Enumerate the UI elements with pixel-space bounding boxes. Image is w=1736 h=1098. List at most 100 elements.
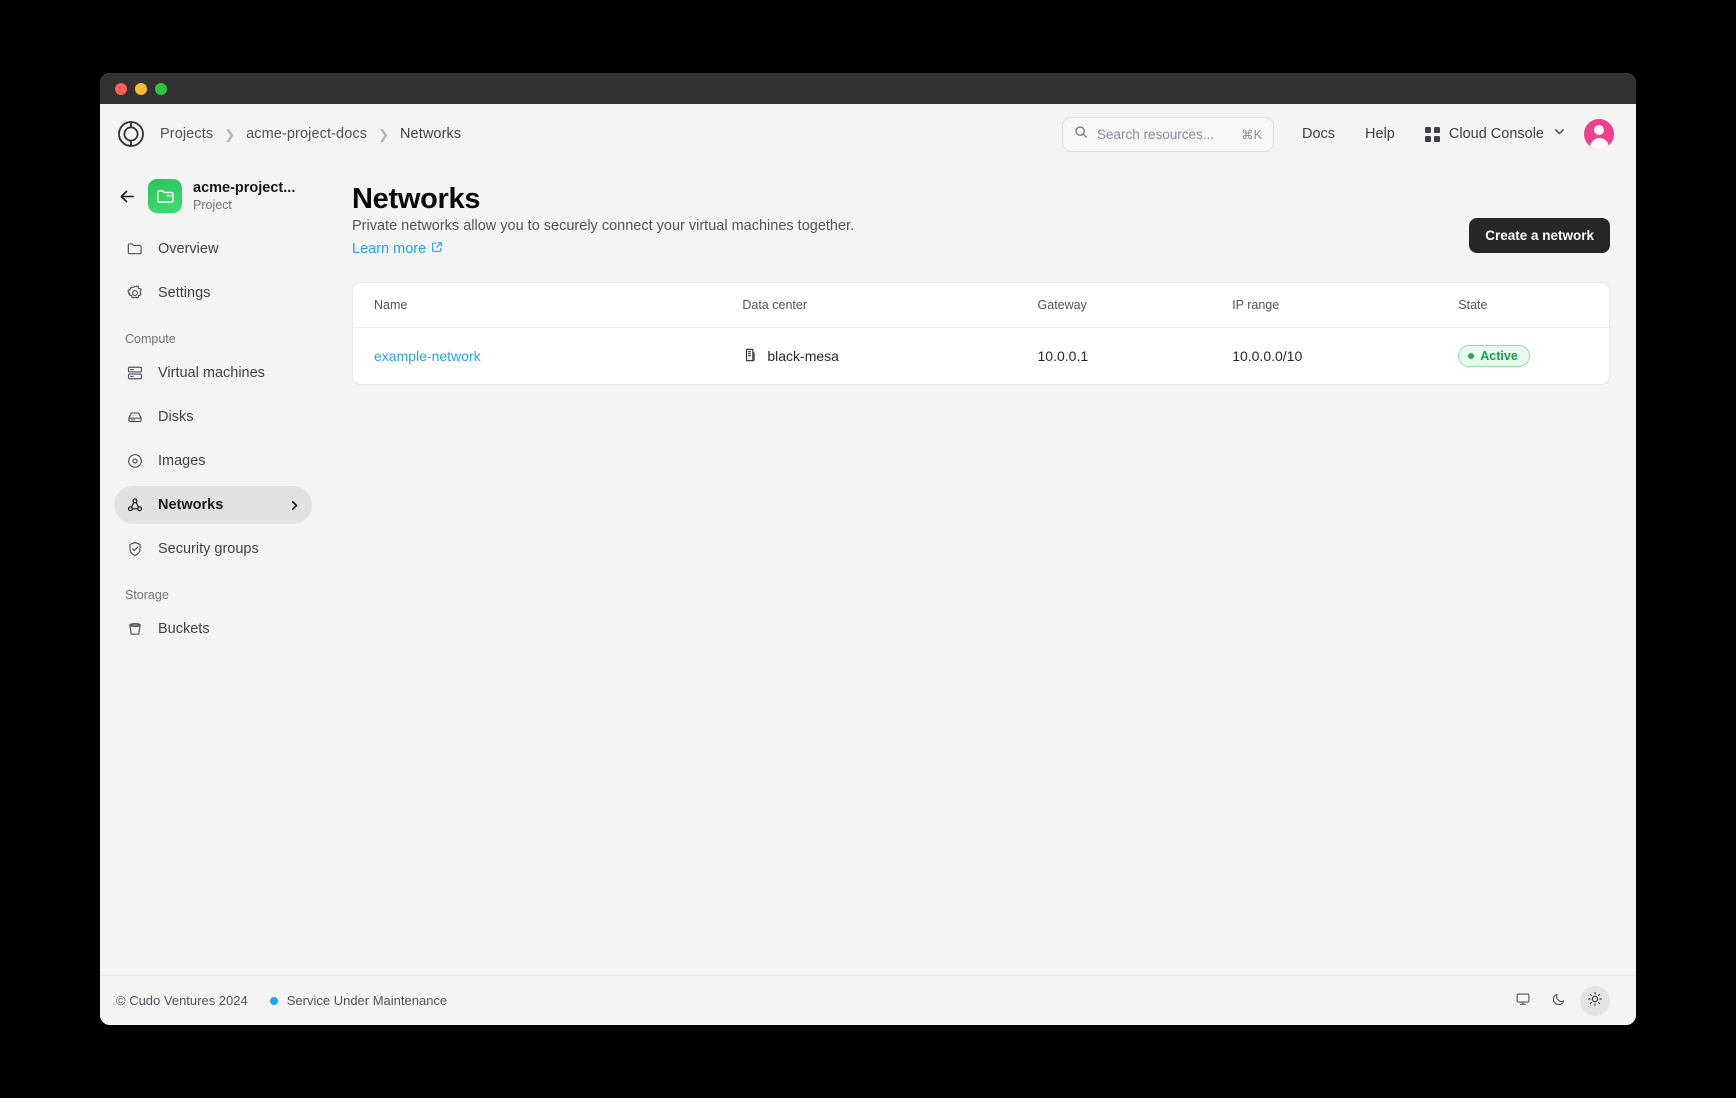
help-link[interactable]: Help (1365, 126, 1395, 142)
column-header-state[interactable]: State (1458, 283, 1609, 329)
cell-state: Active (1458, 328, 1609, 385)
breadcrumb: Projects ❯ acme-project-docs ❯ Networks (160, 126, 461, 142)
body: acme-project... Project Overview Setting… (100, 164, 1636, 975)
page-header: Networks Private networks allow you to s… (352, 174, 1610, 258)
disc-icon (125, 452, 144, 471)
maximize-window-button[interactable] (155, 82, 167, 95)
theme-dark-button[interactable] (1544, 986, 1574, 1016)
gear-icon (125, 284, 144, 303)
sidebar-item-label: Virtual machines (158, 365, 265, 381)
status-dot-icon (1468, 353, 1475, 360)
footer: © Cudo Ventures 2024 Service Under Maint… (100, 975, 1636, 1025)
chevron-down-icon (1553, 125, 1566, 143)
table-body: example-network black-mesa 10.0.0.1 10.0… (353, 328, 1609, 385)
cudo-logo-icon[interactable] (116, 119, 146, 149)
sidebar-nav: Overview Settings Compute Virtual machin… (114, 230, 312, 654)
status-badge: Active (1458, 345, 1530, 368)
cell-data-center: black-mesa (742, 328, 1037, 385)
project-name: acme-project... (193, 179, 296, 196)
networks-table: Name Data center Gateway IP range State … (353, 283, 1609, 384)
sidebar-item-label: Overview (158, 241, 219, 257)
data-center-value: black-mesa (742, 347, 1037, 366)
project-subtitle: Project (193, 197, 232, 212)
sun-icon (1587, 991, 1603, 1010)
table-header-row: Name Data center Gateway IP range State (353, 283, 1609, 329)
network-icon (125, 496, 144, 515)
service-status-label: Service Under Maintenance (286, 993, 448, 1008)
page-title: Networks (352, 183, 481, 215)
breadcrumb-item-projects[interactable]: Projects (160, 126, 213, 142)
theme-toggle-group (1508, 985, 1610, 1016)
docs-link[interactable]: Docs (1302, 126, 1335, 142)
grid-icon (1424, 126, 1440, 142)
minimize-window-button[interactable] (135, 82, 147, 95)
cell-name: example-network (353, 328, 742, 385)
sidebar-item-buckets[interactable]: Buckets (114, 610, 312, 648)
cell-gateway: 10.0.0.1 (1037, 348, 1089, 365)
page-header-text: Networks Private networks allow you to s… (352, 174, 1469, 258)
search-icon (1074, 125, 1088, 144)
learn-more-link[interactable]: Learn more (352, 241, 443, 257)
status-badge-label: Active (1480, 349, 1518, 364)
window-titlebar (100, 73, 1636, 104)
search-input[interactable] (1097, 126, 1233, 142)
service-status[interactable]: Service Under Maintenance (269, 993, 448, 1008)
column-header-name[interactable]: Name (353, 283, 743, 329)
sidebar-item-networks[interactable]: Networks (114, 486, 312, 524)
column-header-gateway[interactable]: Gateway (1037, 283, 1233, 329)
app-root: Projects ❯ acme-project-docs ❯ Networks … (100, 104, 1636, 1025)
theme-light-button[interactable] (1580, 985, 1610, 1016)
external-link-icon (431, 241, 443, 257)
column-header-ip-range[interactable]: IP range (1232, 283, 1459, 329)
project-folder-icon (148, 179, 182, 213)
shield-check-icon (125, 540, 144, 559)
theme-system-button[interactable] (1508, 986, 1538, 1016)
sidebar-item-label: Networks (158, 497, 224, 513)
sidebar-item-settings[interactable]: Settings (114, 274, 312, 312)
monitor-icon (1515, 991, 1531, 1010)
breadcrumb-item-networks[interactable]: Networks (400, 126, 461, 142)
cloud-console-switcher[interactable]: Cloud Console (1424, 125, 1566, 143)
sidebar-group-storage: Storage (125, 588, 169, 602)
arrow-left-icon[interactable] (117, 186, 137, 206)
sidebar-item-label: Buckets (158, 621, 210, 637)
table-row[interactable]: example-network black-mesa 10.0.0.1 10.0… (353, 328, 1609, 385)
chevron-right-icon: ❯ (378, 126, 389, 142)
sidebar-item-label: Images (158, 453, 206, 469)
close-window-button[interactable] (115, 82, 127, 95)
building-icon (742, 347, 758, 366)
status-dot-icon (269, 996, 278, 1005)
sidebar-group-compute: Compute (125, 332, 176, 346)
learn-more-label: Learn more (352, 241, 427, 258)
chevron-right-icon: ❯ (224, 126, 236, 142)
project-text: acme-project... Project (193, 179, 295, 213)
sidebar-item-label: Security groups (158, 541, 259, 557)
sidebar-item-label: Settings (158, 285, 211, 301)
search-box[interactable]: ⌘K (1062, 116, 1274, 152)
column-header-data-center[interactable]: Data center (742, 283, 1038, 329)
main-content: Networks Private networks allow you to s… (326, 164, 1636, 975)
sidebar-item-label: Disks (158, 409, 194, 425)
create-network-button[interactable]: Create a network (1469, 218, 1610, 253)
bucket-icon (125, 620, 144, 639)
copyright-text: © Cudo Ventures 2024 (116, 993, 248, 1008)
table-head: Name Data center Gateway IP range State (353, 283, 1609, 329)
breadcrumb-item-project[interactable]: acme-project-docs (246, 126, 367, 142)
avatar[interactable] (1584, 119, 1614, 149)
avatar-head (1594, 125, 1604, 135)
sidebar-item-images[interactable]: Images (114, 442, 312, 480)
app-window: Projects ❯ acme-project-docs ❯ Networks … (100, 73, 1636, 1025)
sidebar: acme-project... Project Overview Setting… (100, 164, 326, 975)
sidebar-item-overview[interactable]: Overview (114, 230, 312, 268)
moon-icon (1551, 991, 1567, 1010)
search-shortcut-hint: ⌘K (1241, 127, 1262, 142)
network-name-link[interactable]: example-network (374, 348, 481, 364)
page-description: Private networks allow you to securely c… (352, 218, 855, 234)
sidebar-item-security-groups[interactable]: Security groups (114, 530, 312, 568)
sidebar-item-disks[interactable]: Disks (114, 398, 312, 436)
data-center-name: black-mesa (767, 348, 839, 365)
avatar-body (1589, 138, 1609, 149)
top-navigation-bar: Projects ❯ acme-project-docs ❯ Networks … (100, 104, 1636, 164)
sidebar-item-virtual-machines[interactable]: Virtual machines (114, 354, 312, 392)
server-icon (125, 364, 144, 383)
